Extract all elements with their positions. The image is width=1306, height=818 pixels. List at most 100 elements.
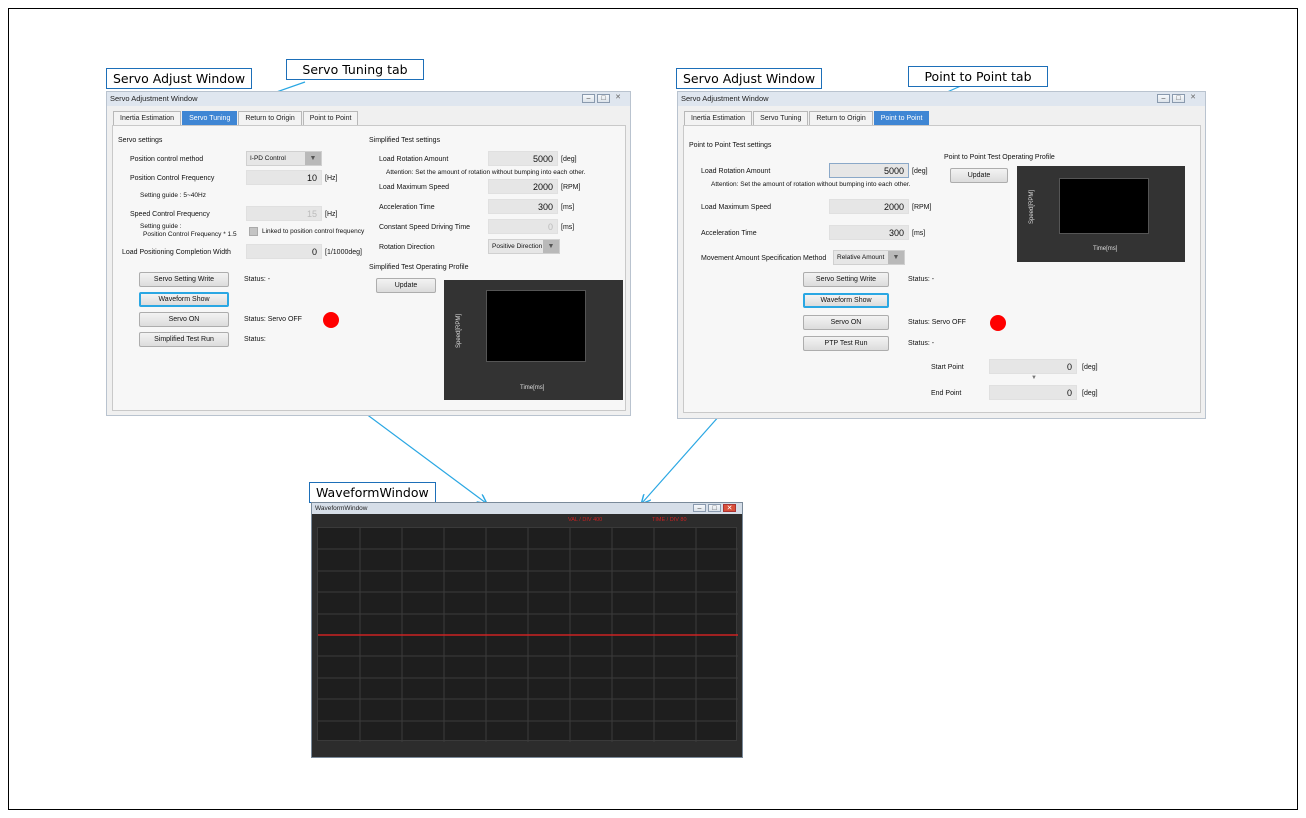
method-label: Movement Amount Specification Method xyxy=(701,255,827,262)
linked-checkbox[interactable] xyxy=(249,227,258,236)
waveform-show-button[interactable]: Waveform Show xyxy=(139,292,229,307)
time-div-label: TIME / DIV 80 xyxy=(652,517,687,523)
tab-bar: Inertia Estimation Servo Tuning Return t… xyxy=(684,111,930,126)
close-icon[interactable]: ✕ xyxy=(723,504,736,512)
end-point-input[interactable]: 0 xyxy=(989,385,1077,400)
point-to-point-panel: Point to Point Test settings Load Rotati… xyxy=(683,125,1201,413)
callout-left-tab: Servo Tuning tab xyxy=(286,59,424,80)
title-bar: WaveformWindow – □ ✕ xyxy=(312,503,742,514)
test-run-status: Status: - xyxy=(908,340,935,347)
rotation-direction-select[interactable]: Positive Direction ▼ xyxy=(488,239,560,254)
max-speed-label: Load Maximum Speed xyxy=(379,184,450,191)
profile-plot-area xyxy=(1059,178,1149,234)
chevron-down-icon: ▼ xyxy=(543,240,559,253)
start-point-unit: [deg] xyxy=(1082,364,1098,371)
rotation-amount-unit: [deg] xyxy=(912,168,928,175)
tab-servo-tuning[interactable]: Servo Tuning xyxy=(753,111,809,126)
maximize-icon[interactable]: □ xyxy=(597,94,610,103)
minimize-icon[interactable]: – xyxy=(582,94,595,103)
profile-x-axis-label: Time[ms] xyxy=(1093,246,1118,252)
profile-graph: Speed[RPM] Time[ms] xyxy=(1017,166,1185,262)
servo-status-indicator xyxy=(323,312,339,328)
rotation-direction-label: Rotation Direction xyxy=(379,244,435,251)
position-freq-input[interactable]: 10 xyxy=(246,170,322,185)
start-point-label: Start Point xyxy=(931,364,964,371)
tab-inertia-estimation[interactable]: Inertia Estimation xyxy=(113,111,182,126)
tab-servo-tuning[interactable]: Servo Tuning xyxy=(182,111,238,126)
acceleration-input[interactable]: 300 xyxy=(829,225,909,240)
rotation-amount-label: Load Rotation Amount xyxy=(379,156,449,163)
simplified-test-run-button[interactable]: Simplified Test Run xyxy=(139,332,229,347)
waveform-show-button[interactable]: Waveform Show xyxy=(803,293,889,308)
constant-speed-input[interactable]: 0 xyxy=(488,219,558,234)
test-settings-heading: Simplified Test settings xyxy=(369,137,441,144)
servo-adjust-window-right: Servo Adjustment Window – □ ✕ Inertia Es… xyxy=(677,91,1206,419)
acceleration-unit: [ms] xyxy=(912,230,926,237)
waveform-grid xyxy=(318,528,738,742)
ptp-test-run-button[interactable]: PTP Test Run xyxy=(803,336,889,351)
max-speed-unit: [RPM] xyxy=(912,204,932,211)
ptp-settings-heading: Point to Point Test settings xyxy=(689,142,772,149)
title-bar: Servo Adjustment Window – □ ✕ xyxy=(678,92,1205,106)
waveform-window: WaveformWindow – □ ✕ VAL / DIV 400 TIME … xyxy=(311,502,743,758)
position-method-select[interactable]: I-PD Control ▼ xyxy=(246,151,322,166)
rotation-amount-input[interactable]: 5000 xyxy=(829,163,909,178)
max-speed-input[interactable]: 2000 xyxy=(488,179,558,194)
rotation-amount-input[interactable]: 5000 xyxy=(488,151,558,166)
tab-return-to-origin[interactable]: Return to Origin xyxy=(809,111,873,126)
setting-guide-1: Setting guide : 5~40Hz xyxy=(140,192,206,199)
acceleration-unit: [ms] xyxy=(561,204,575,211)
position-freq-label: Position Control Frequency xyxy=(130,175,215,182)
position-method-value: I-PD Control xyxy=(250,155,286,162)
servo-on-status: Status: Servo OFF xyxy=(244,316,302,323)
completion-width-input[interactable]: 0 xyxy=(246,244,322,259)
servo-adjust-window-left: Servo Adjustment Window – □ ✕ Inertia Es… xyxy=(106,91,631,416)
servo-tuning-panel: Servo settings Position control method I… xyxy=(112,125,626,411)
method-value: Relative Amount xyxy=(837,254,885,261)
start-point-input[interactable]: 0 xyxy=(989,359,1077,374)
callout-left-window: Servo Adjust Window xyxy=(106,68,253,89)
servo-status-indicator xyxy=(990,315,1006,331)
rotation-attention: Attention: Set the amount of rotation wi… xyxy=(711,181,911,188)
servo-on-status: Status: Servo OFF xyxy=(908,319,966,326)
close-icon[interactable]: ✕ xyxy=(612,94,624,103)
callout-right-window: Servo Adjust Window xyxy=(676,68,823,89)
profile-update-button[interactable]: Update xyxy=(950,168,1008,183)
tab-point-to-point[interactable]: Point to Point xyxy=(302,111,359,126)
minimize-icon[interactable]: – xyxy=(1157,94,1170,103)
method-select[interactable]: Relative Amount ▼ xyxy=(833,250,905,265)
window-title: Servo Adjustment Window xyxy=(110,94,198,103)
write-status: Status: - xyxy=(244,276,271,283)
waveform-plot xyxy=(317,527,738,742)
rotation-amount-unit: [deg] xyxy=(561,156,577,163)
callout-waveform: WaveformWindow xyxy=(309,482,436,503)
servo-on-button[interactable]: Servo ON xyxy=(139,312,229,327)
tab-return-to-origin[interactable]: Return to Origin xyxy=(238,111,302,126)
profile-heading: Simplified Test Operating Profile xyxy=(369,264,469,271)
completion-width-unit: [1/1000deg] xyxy=(325,249,362,256)
minimize-icon[interactable]: – xyxy=(693,504,706,512)
profile-update-button[interactable]: Update xyxy=(376,278,436,293)
maximize-icon[interactable]: □ xyxy=(1172,94,1185,103)
completion-width-label: Load Positioning Completion Width xyxy=(122,249,231,256)
servo-on-button[interactable]: Servo ON xyxy=(803,315,889,330)
end-point-label: End Point xyxy=(931,390,962,397)
rotation-direction-value: Positive Direction xyxy=(492,243,543,250)
chevron-down-icon: ▼ xyxy=(305,152,321,165)
title-bar: Servo Adjustment Window – □ ✕ xyxy=(107,92,630,106)
acceleration-input[interactable]: 300 xyxy=(488,199,558,214)
servo-setting-write-button[interactable]: Servo Setting Write xyxy=(803,272,889,287)
rotation-attention: Attention: Set the amount of rotation wi… xyxy=(386,169,586,176)
max-speed-unit: [RPM] xyxy=(561,184,581,191)
constant-speed-unit: [ms] xyxy=(561,224,575,231)
speed-freq-input[interactable]: 15 xyxy=(246,206,322,221)
tab-inertia-estimation[interactable]: Inertia Estimation xyxy=(684,111,753,126)
tab-point-to-point[interactable]: Point to Point xyxy=(873,111,930,126)
acceleration-label: Acceleration Time xyxy=(701,230,757,237)
close-icon[interactable]: ✕ xyxy=(1187,94,1199,103)
servo-setting-write-button[interactable]: Servo Setting Write xyxy=(139,272,229,287)
speed-freq-label: Speed Control Frequency xyxy=(130,211,210,218)
speed-freq-unit: [Hz] xyxy=(325,211,338,218)
maximize-icon[interactable]: □ xyxy=(708,504,721,512)
max-speed-input[interactable]: 2000 xyxy=(829,199,909,214)
